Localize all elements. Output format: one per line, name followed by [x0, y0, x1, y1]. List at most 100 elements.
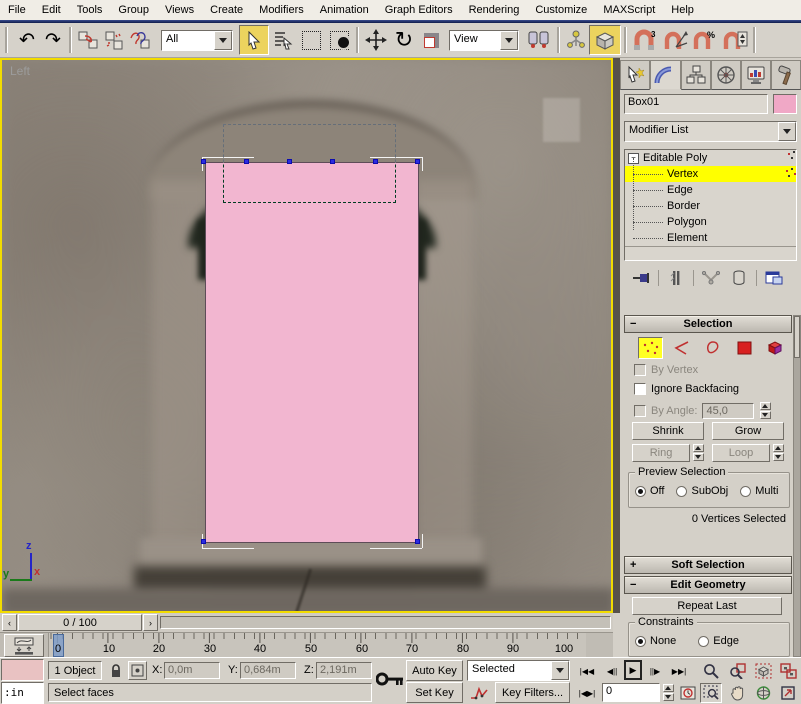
- select-and-manipulate-button[interactable]: [563, 26, 589, 54]
- bind-to-space-warp-icon[interactable]: [127, 27, 155, 53]
- tab-modify[interactable]: [650, 60, 681, 89]
- key-filters-button[interactable]: Key Filters...: [495, 682, 570, 703]
- y-coord-field[interactable]: 0,684m: [240, 662, 296, 679]
- time-configuration-button[interactable]: [678, 684, 698, 702]
- stack-subobject-element[interactable]: Element: [625, 230, 796, 246]
- time-slider-handle[interactable]: 0 / 100: [18, 614, 142, 631]
- select-and-link-icon[interactable]: [75, 27, 101, 53]
- constraint-edge-radio[interactable]: [698, 636, 709, 647]
- by-vertex-checkbox[interactable]: [634, 364, 646, 376]
- key-mode-toggle-button[interactable]: |◀▶|: [576, 684, 598, 702]
- repeat-last-button[interactable]: Repeat Last: [632, 597, 782, 615]
- selection-rollout-header[interactable]: − Selection: [624, 315, 792, 333]
- current-frame-field[interactable]: 0: [602, 683, 660, 702]
- set-key-button[interactable]: Set Key: [406, 682, 463, 703]
- vertex-handle[interactable]: [201, 159, 206, 164]
- by-angle-checkbox[interactable]: [634, 405, 646, 417]
- modifier-list-dropdown[interactable]: Modifier List: [624, 121, 797, 142]
- select-object-button[interactable]: [239, 25, 269, 55]
- remove-modifier-button[interactable]: [728, 268, 750, 288]
- ring-button[interactable]: Ring: [632, 444, 690, 462]
- select-by-name-button[interactable]: [269, 26, 297, 54]
- ring-spinner[interactable]: [692, 444, 704, 461]
- tab-motion[interactable]: [711, 60, 741, 90]
- preview-off-radio[interactable]: [635, 486, 646, 497]
- zoom-button[interactable]: [700, 661, 722, 681]
- default-in-out-tangents-button[interactable]: [467, 682, 491, 703]
- frame-spinner[interactable]: [662, 684, 674, 701]
- undo-button[interactable]: ↶: [14, 27, 40, 53]
- percent-snap-toggle-button[interactable]: %: [690, 26, 720, 54]
- goto-start-button[interactable]: |◀◀: [576, 662, 598, 680]
- tab-hierarchy[interactable]: [681, 60, 711, 90]
- show-end-result-button[interactable]: [665, 268, 687, 288]
- angle-snap-toggle-button[interactable]: [660, 26, 690, 54]
- selection-filter-dropdown[interactable]: All: [161, 30, 233, 51]
- dropdown-arrow-icon[interactable]: [500, 31, 518, 50]
- editable-poly-object[interactable]: [205, 162, 419, 543]
- tab-create[interactable]: [620, 60, 650, 90]
- auto-key-button[interactable]: Auto Key: [406, 660, 463, 681]
- constraint-none-radio[interactable]: [635, 636, 646, 647]
- tab-utilities[interactable]: [771, 60, 801, 90]
- menu-animation[interactable]: Animation: [312, 2, 377, 18]
- stack-root-row[interactable]: − Editable Poly: [625, 150, 796, 166]
- viewport-label[interactable]: Left: [10, 64, 30, 78]
- previous-frame-button[interactable]: ◀||: [602, 662, 622, 680]
- toolbar-handle[interactable]: [5, 27, 8, 53]
- preview-multi-radio[interactable]: [740, 486, 751, 497]
- select-and-move-button[interactable]: [362, 26, 390, 54]
- absolute-offset-toggle[interactable]: [128, 661, 147, 680]
- menu-modifiers[interactable]: Modifiers: [251, 2, 312, 18]
- menu-help[interactable]: Help: [663, 2, 702, 18]
- selection-set-dropdown[interactable]: Selected: [467, 660, 570, 681]
- soft-selection-rollout-header[interactable]: + Soft Selection: [624, 556, 792, 574]
- menu-views[interactable]: Views: [157, 2, 202, 18]
- select-and-rotate-button[interactable]: ↻: [390, 26, 418, 54]
- viewport-left[interactable]: Left z y x: [0, 58, 613, 613]
- by-angle-field[interactable]: 45,0: [702, 403, 754, 419]
- grow-button[interactable]: Grow: [712, 422, 784, 440]
- pan-hand-button[interactable]: [726, 683, 748, 703]
- make-unique-button[interactable]: [700, 268, 722, 288]
- play-button[interactable]: ▶: [624, 660, 642, 680]
- snaps-toggle-3-button[interactable]: 3: [630, 26, 660, 54]
- goto-end-button[interactable]: ▶▶|: [668, 662, 690, 680]
- dropdown-arrow-icon[interactable]: [214, 31, 232, 50]
- polygon-mode-button[interactable]: [732, 337, 757, 359]
- rectangular-selection-region-button[interactable]: [297, 26, 325, 54]
- menu-maxscript[interactable]: MAXScript: [595, 2, 663, 18]
- select-and-scale-button[interactable]: [418, 26, 444, 54]
- stack-subobject-polygon[interactable]: Polygon: [625, 214, 796, 230]
- ignore-backfacing-checkbox[interactable]: [634, 383, 646, 395]
- zoom-all-button[interactable]: [726, 661, 748, 681]
- selection-lock-toggle[interactable]: [107, 661, 125, 680]
- z-coord-field[interactable]: 2,191m: [316, 662, 372, 679]
- pin-stack-button[interactable]: [630, 268, 652, 288]
- time-slider-prev-button[interactable]: ‹: [2, 614, 17, 631]
- configure-modifier-sets-button[interactable]: [763, 268, 785, 288]
- loop-button[interactable]: Loop: [712, 444, 770, 462]
- x-coord-field[interactable]: 0,0m: [164, 662, 220, 679]
- maximize-viewport-toggle-button[interactable]: [777, 683, 799, 703]
- loop-spinner[interactable]: [772, 444, 784, 461]
- open-mini-curve-editor-button[interactable]: [4, 634, 44, 657]
- time-slider-next-button[interactable]: ›: [143, 614, 158, 631]
- menu-group[interactable]: Group: [110, 2, 157, 18]
- shrink-button[interactable]: Shrink: [632, 422, 704, 440]
- zoom-extents-all-button[interactable]: [777, 661, 799, 681]
- menu-customize[interactable]: Customize: [527, 2, 595, 18]
- by-angle-spinner[interactable]: [759, 402, 771, 419]
- vertex-handle[interactable]: [415, 539, 420, 544]
- vertex-mode-button[interactable]: [638, 337, 663, 359]
- border-mode-button[interactable]: [700, 337, 725, 359]
- vertex-handle[interactable]: [201, 539, 206, 544]
- arc-rotate-button[interactable]: [752, 683, 774, 703]
- menu-create[interactable]: Create: [202, 2, 251, 18]
- preview-subobj-radio[interactable]: [676, 486, 687, 497]
- menu-file[interactable]: File: [0, 2, 34, 18]
- dropdown-arrow-icon[interactable]: [778, 122, 796, 141]
- unlink-selection-icon[interactable]: [101, 27, 127, 53]
- menu-graph-editors[interactable]: Graph Editors: [377, 2, 461, 18]
- stack-subobject-border[interactable]: Border: [625, 198, 796, 214]
